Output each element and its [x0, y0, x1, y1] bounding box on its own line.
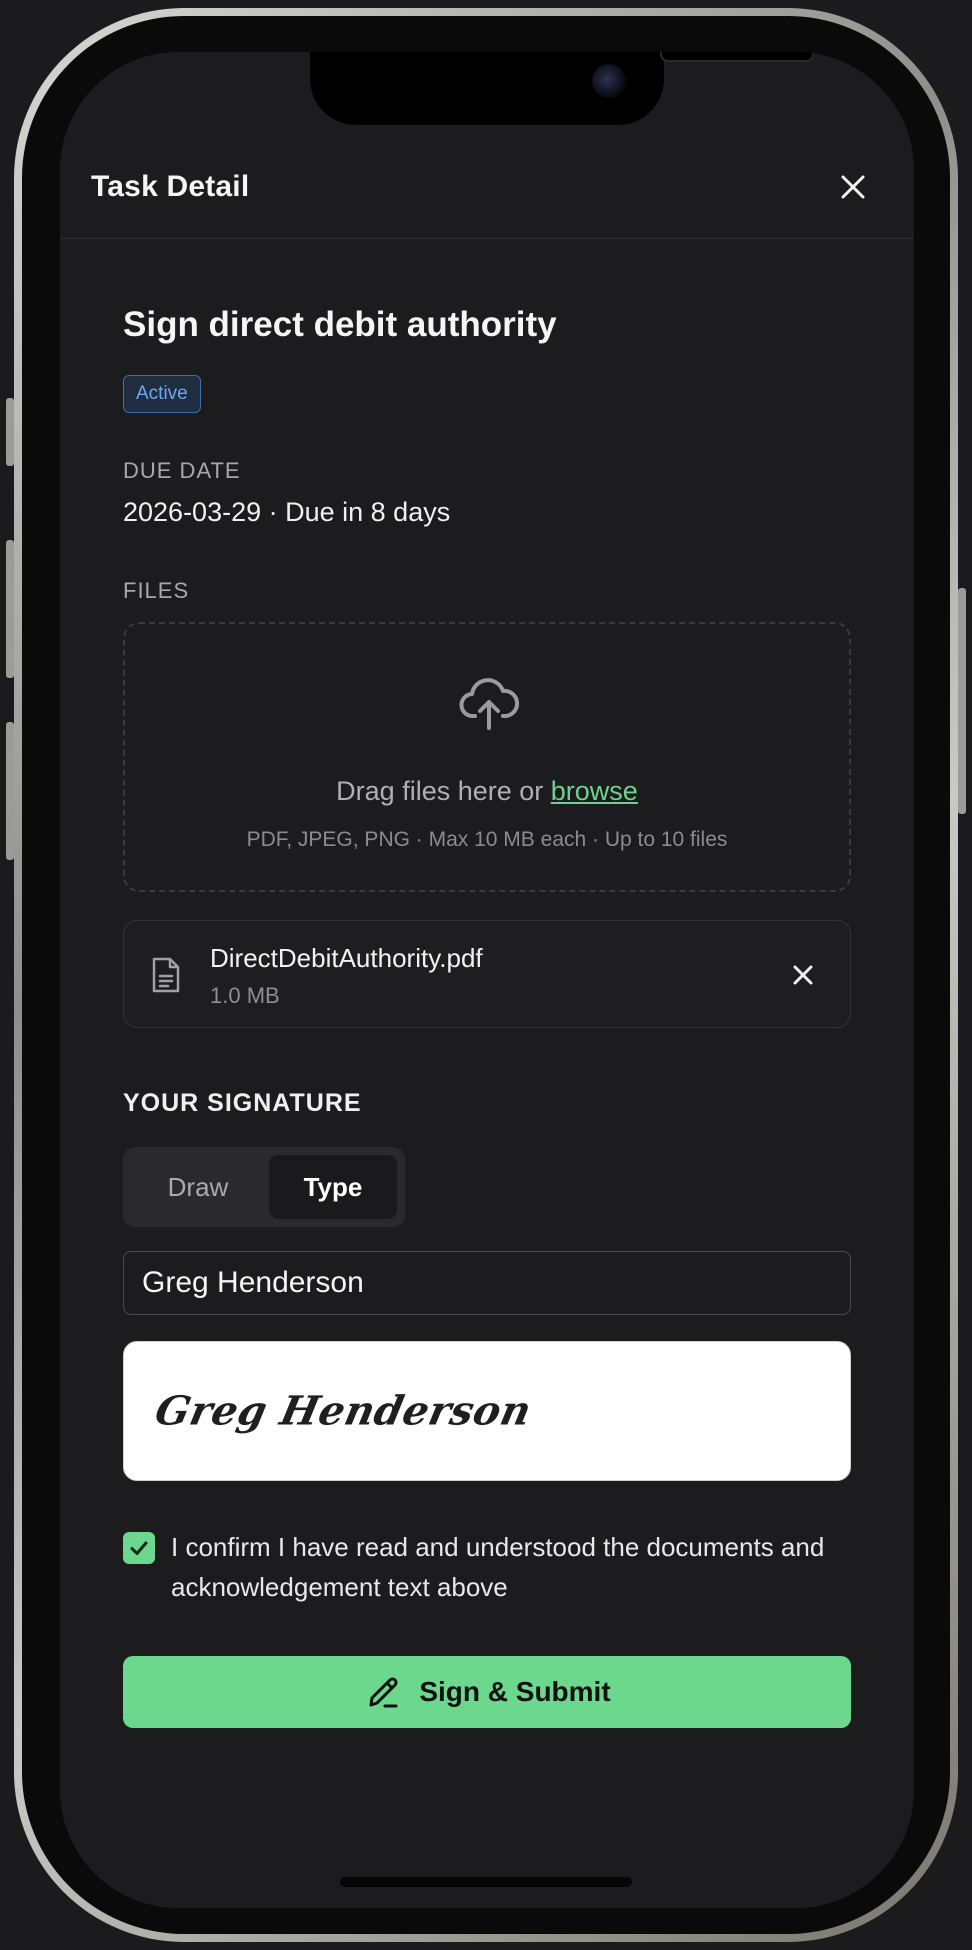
- browse-link[interactable]: browse: [551, 776, 638, 806]
- speaker-grille: [660, 52, 814, 62]
- files-label: FILES: [123, 578, 190, 603]
- due-date-value: 2026-03-29 · Due in 8 days: [123, 497, 451, 527]
- remove-file-button[interactable]: [784, 956, 822, 994]
- cloud-upload-icon: [459, 678, 519, 730]
- confirm-checkbox[interactable]: [123, 1532, 155, 1564]
- document-icon: [152, 957, 180, 993]
- volume-up-button: [6, 540, 14, 678]
- task-title: Sign direct debit authority: [123, 305, 557, 344]
- drop-text: Drag files here or: [336, 776, 551, 806]
- front-camera: [592, 64, 626, 98]
- mute-switch: [6, 398, 14, 466]
- confirm-label: I confirm I have read and understood the…: [171, 1532, 825, 1602]
- signature-name-input[interactable]: [123, 1251, 851, 1315]
- file-name: DirectDebitAuthority.pdf: [210, 943, 483, 973]
- app-screen: Task Detail Sign direct debit authority …: [60, 52, 914, 1908]
- tab-type[interactable]: Type: [269, 1155, 397, 1219]
- sign-submit-button[interactable]: Sign & Submit: [123, 1656, 851, 1728]
- drop-instructions: Drag files here or browse: [125, 776, 849, 807]
- device-stage: Task Detail Sign direct debit authority …: [0, 0, 972, 1950]
- file-item: DirectDebitAuthority.pdf 1.0 MB: [123, 920, 851, 1028]
- volume-down-button: [6, 722, 14, 860]
- signature-mode-toggle: Draw Type: [123, 1147, 405, 1227]
- pen-icon: [369, 1677, 398, 1708]
- notch: [310, 52, 814, 125]
- remove-icon: [793, 965, 813, 985]
- file-dropzone[interactable]: Drag files here or browse PDF, JPEG, PNG…: [123, 622, 851, 892]
- signature-preview: Greg Henderson: [123, 1341, 851, 1481]
- due-date-label: DUE DATE: [123, 458, 241, 483]
- power-button: [958, 588, 966, 814]
- page-title: Task Detail: [91, 170, 250, 203]
- signature-preview-text: Greg Henderson: [151, 1387, 536, 1435]
- home-indicator: [340, 1877, 632, 1887]
- tab-draw[interactable]: Draw: [131, 1155, 265, 1219]
- status-badge: Active: [123, 375, 201, 413]
- modal-header: Task Detail: [60, 125, 914, 239]
- submit-label: Sign & Submit: [419, 1676, 611, 1707]
- file-constraints-hint: PDF, JPEG, PNG · Max 10 MB each · Up to …: [246, 828, 728, 851]
- close-icon: [841, 175, 865, 199]
- check-icon: [130, 1541, 148, 1555]
- close-button[interactable]: [829, 163, 877, 211]
- signature-label: YOUR SIGNATURE: [123, 1089, 362, 1117]
- file-size: 1.0 MB: [210, 983, 280, 1008]
